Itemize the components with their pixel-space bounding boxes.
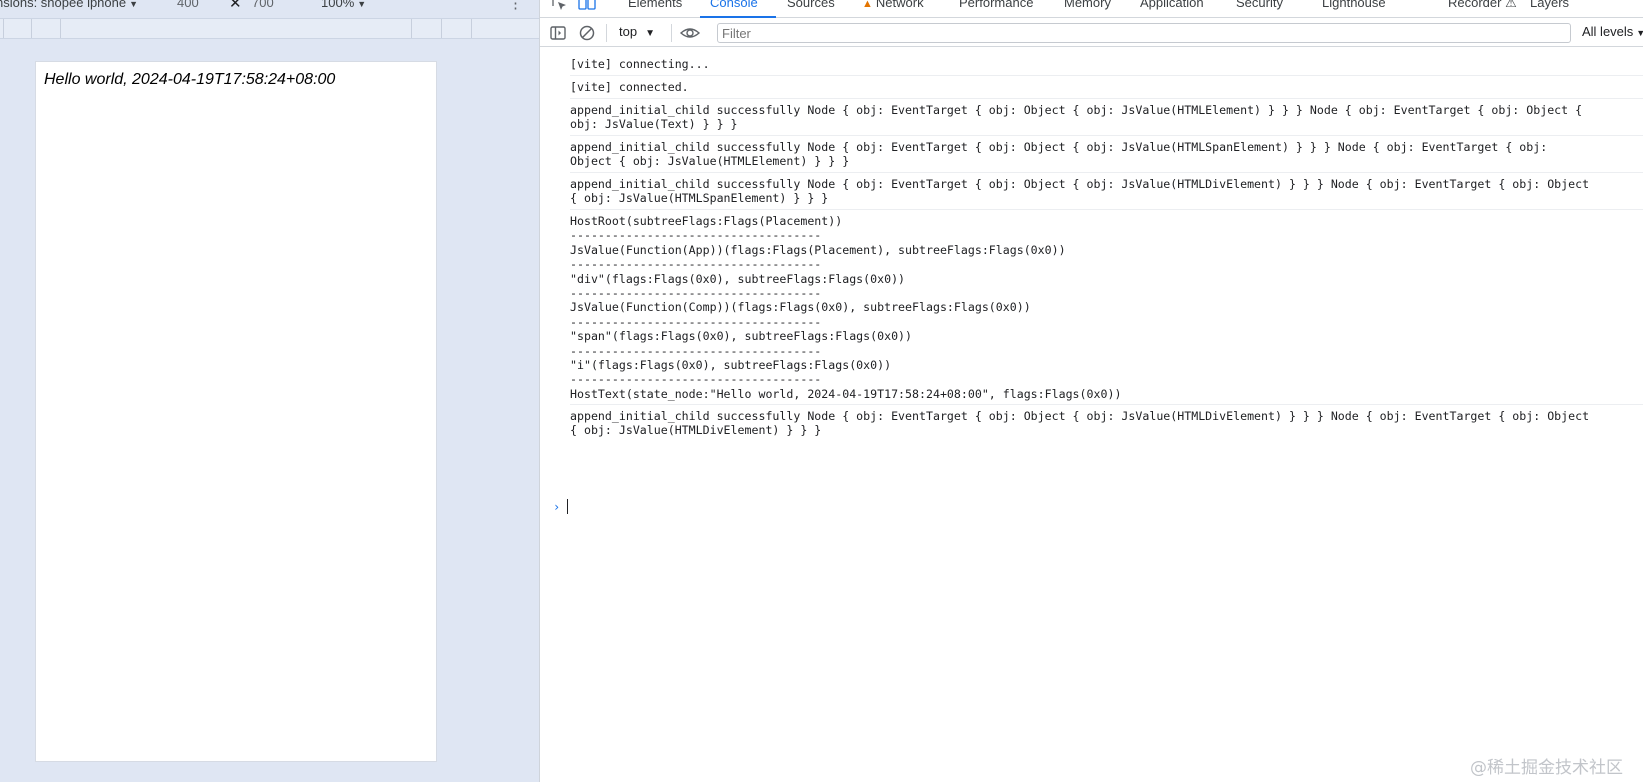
- tab-layers[interactable]: Layers: [1530, 0, 1569, 10]
- console-message: [vite] connected.: [570, 76, 1643, 99]
- device-height-input[interactable]: 700: [252, 0, 274, 10]
- device-toolbar-icon[interactable]: [578, 0, 596, 10]
- chevron-down-icon: ▼: [1636, 28, 1643, 38]
- watermark: @稀土掘金技术社区: [1470, 758, 1623, 778]
- close-icon: ✕: [229, 0, 242, 12]
- context-label: top: [619, 24, 638, 39]
- warning-icon: ▲: [862, 0, 873, 10]
- toolbar-divider: [606, 24, 607, 42]
- hello-text: Hello world, 2024-04-19T17:58:24+08:00: [44, 71, 336, 88]
- device-viewport: Hello world, 2024-04-19T17:58:24+08:00: [35, 61, 437, 762]
- tab-console[interactable]: Console: [710, 0, 758, 10]
- tab-application[interactable]: Application: [1140, 0, 1204, 10]
- log-levels-label: All levels: [1582, 24, 1634, 39]
- sidebar-toggle-icon[interactable]: [549, 24, 567, 42]
- device-width-input[interactable]: 400: [177, 0, 199, 10]
- device-emulation-pane: nsions: shopee iphone ▼ 400 ✕ 700 100% ▼ ⋮…: [0, 0, 539, 782]
- console-toolbar: top▼ All levels▼: [540, 19, 1643, 47]
- log-levels-select[interactable]: All levels ▼: [1582, 24, 1643, 39]
- console-log: [vite] connecting... [vite] connected. a…: [540, 48, 1643, 782]
- toolbar-divider: [671, 24, 672, 42]
- console-message: [vite] connecting...: [570, 53, 1643, 76]
- live-expression-eye-icon[interactable]: [679, 24, 701, 42]
- device-select[interactable]: nsions: shopee iphone ▼: [0, 0, 138, 10]
- ruler-divider: [31, 19, 32, 38]
- tab-network[interactable]: ▲ Network: [862, 0, 924, 10]
- tab-recorder[interactable]: Recorder ⚠: [1448, 0, 1517, 11]
- more-options-icon[interactable]: ⋮: [508, 0, 523, 12]
- ruler-divider: [441, 19, 442, 38]
- ruler-divider: [3, 19, 4, 38]
- zoom-label: 100%: [321, 0, 355, 10]
- console-message: HostRoot(subtreeFlags:Flags(Placement)) …: [570, 210, 1643, 405]
- media-query-ruler: [0, 18, 539, 39]
- console-message: append_initial_child successfully Node {…: [570, 99, 1643, 136]
- tab-security[interactable]: Security: [1236, 0, 1283, 10]
- console-message: append_initial_child successfully Node {…: [570, 173, 1643, 210]
- tab-lighthouse[interactable]: Lighthouse: [1322, 0, 1386, 10]
- devtools-tab-bar: Elements Console Sources ▲ Network Perfor…: [540, 0, 1643, 18]
- ruler-divider: [471, 19, 472, 38]
- active-tab-indicator: [700, 16, 776, 18]
- tab-sources[interactable]: Sources: [787, 0, 835, 10]
- tab-performance[interactable]: Performance: [959, 0, 1033, 10]
- tab-network-label: Network: [875, 0, 924, 10]
- device-toolbar: nsions: shopee iphone ▼ 400 ✕ 700 100% ▼ ⋮: [0, 0, 539, 18]
- filter-input[interactable]: [717, 23, 1571, 43]
- console-prompt-icon: ›: [553, 500, 561, 514]
- browser-window: nsions: shopee iphone ▼ 400 ✕ 700 100% ▼ ⋮…: [0, 0, 1643, 782]
- console-message: append_initial_child successfully Node {…: [570, 136, 1643, 173]
- clear-console-icon[interactable]: [578, 24, 596, 42]
- chevron-down-icon: ▼: [129, 0, 139, 9]
- ruler-divider: [411, 19, 412, 38]
- chevron-down-icon: ▼: [357, 0, 367, 9]
- tab-recorder-label: Recorder: [1448, 0, 1502, 10]
- flask-icon: ⚠: [1505, 0, 1517, 10]
- context-select[interactable]: top ▼: [619, 24, 655, 39]
- zoom-select[interactable]: 100% ▼: [321, 0, 366, 10]
- chevron-down-icon: ▼: [645, 28, 655, 39]
- inspect-element-icon[interactable]: [552, 0, 568, 10]
- console-message: append_initial_child successfully Node {…: [570, 409, 1590, 437]
- ruler-divider: [60, 19, 61, 38]
- devtools-panel: Elements Console Sources ▲ Network Perfor…: [539, 0, 1643, 782]
- tab-memory[interactable]: Memory: [1064, 0, 1111, 10]
- tab-elements[interactable]: Elements: [628, 0, 682, 10]
- device-select-label: nsions: shopee iphone: [0, 0, 127, 10]
- console-input-caret[interactable]: [567, 499, 568, 514]
